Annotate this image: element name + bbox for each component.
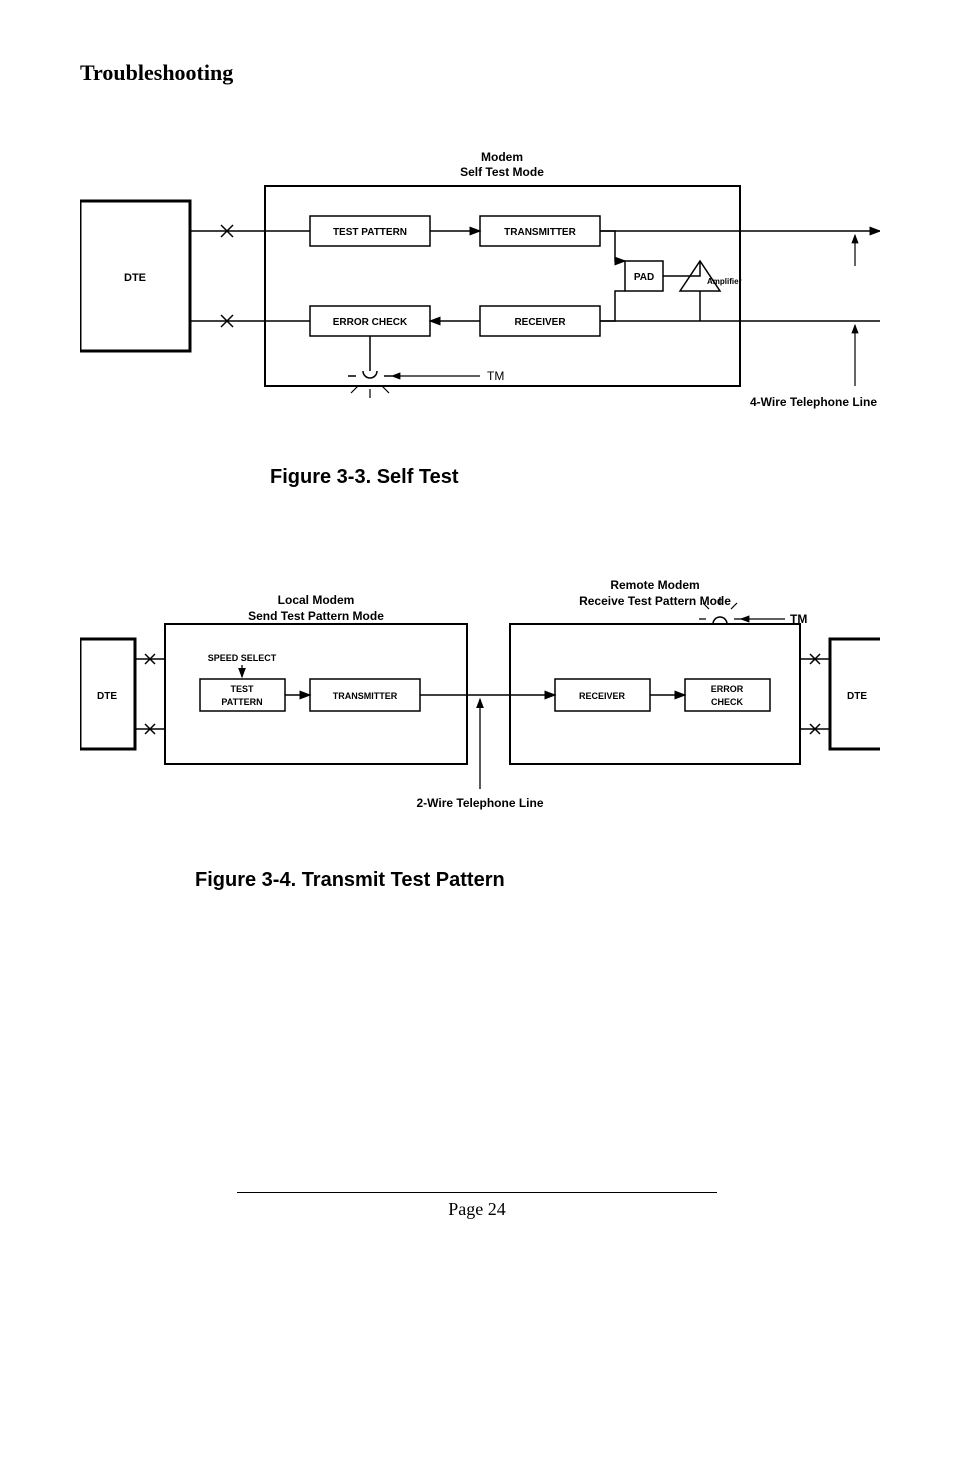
- footer-rule: [237, 1192, 717, 1193]
- remote-modem-top: Remote Modem: [610, 578, 699, 592]
- line-label: 4-Wire Telephone Line: [750, 395, 877, 409]
- test-pattern-label: TEST PATTERN: [333, 227, 407, 238]
- dte-label: DTE: [124, 272, 146, 284]
- amplifier-label: Amplifier: [707, 277, 742, 286]
- transmitter2-label: TRANSMITTER: [333, 691, 398, 701]
- error-check-label: ERROR CHECK: [333, 317, 408, 328]
- figure-3-4-diagram: Remote Modem Receive Test Pattern Mode L…: [80, 569, 880, 829]
- dte-right-label: DTE: [847, 691, 867, 702]
- test-pattern-bottom: PATTERN: [221, 697, 262, 707]
- figure-3-4-caption: Figure 3-4. Transmit Test Pattern: [195, 869, 874, 892]
- speed-select-label: SPEED SELECT: [208, 653, 277, 663]
- pad-label: PAD: [634, 272, 654, 283]
- tm2-label: TM: [790, 612, 807, 626]
- dte-left-label: DTE: [97, 691, 117, 702]
- figure-3-3-caption: Figure 3-3. Self Test: [270, 466, 874, 489]
- page-number: Page 24: [80, 1199, 874, 1220]
- test-pattern-top: TEST: [230, 684, 254, 694]
- error-bottom: CHECK: [711, 697, 744, 707]
- section-title: Troubleshooting: [80, 60, 874, 86]
- remote-modem-bottom: Receive Test Pattern Mode: [579, 594, 731, 608]
- modem-label-bottom: Self Test Mode: [460, 165, 544, 179]
- tm-label: TM: [487, 369, 504, 383]
- modem-label-top: Modem: [481, 150, 523, 164]
- error-top: ERROR: [711, 684, 744, 694]
- line2-label: 2-Wire Telephone Line: [416, 796, 543, 810]
- local-modem-top: Local Modem: [278, 593, 355, 607]
- transmitter-label: TRANSMITTER: [504, 227, 576, 238]
- local-modem-bottom: Send Test Pattern Mode: [248, 609, 384, 623]
- receiver-label: RECEIVER: [514, 317, 566, 328]
- figure-3-3-diagram: Modem Self Test Mode DTE TEST PATTERN TR…: [80, 146, 880, 426]
- receiver2-label: RECEIVER: [579, 691, 626, 701]
